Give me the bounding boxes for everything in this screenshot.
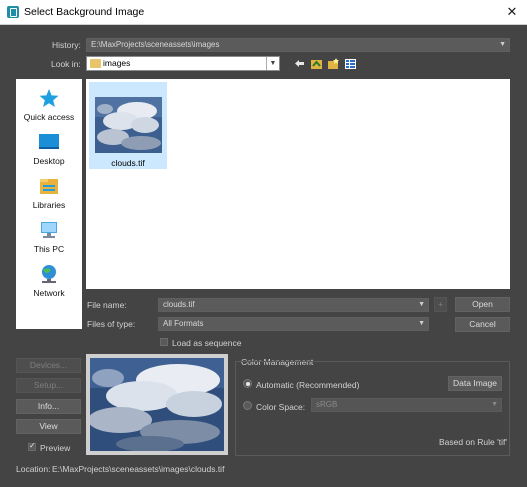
new-folder-icon[interactable] <box>327 57 340 70</box>
increment-filename-button[interactable]: + <box>434 297 447 312</box>
file-item[interactable]: clouds.tif <box>89 82 167 169</box>
up-folder-icon[interactable] <box>310 57 323 70</box>
color-space-radio[interactable] <box>243 401 252 410</box>
location-value: E:\MaxProjects\sceneassets\images\clouds… <box>52 464 225 474</box>
place-label: Libraries <box>32 200 66 210</box>
load-sequence-checkbox[interactable] <box>160 338 168 346</box>
place-this-pc[interactable]: This PC <box>16 216 82 260</box>
place-desktop[interactable]: Desktop <box>16 128 82 172</box>
info-button[interactable]: Info... <box>16 399 81 414</box>
place-label: This PC <box>33 244 65 254</box>
window-title: Select Background Image <box>24 6 145 18</box>
color-space-label: Color Space: <box>256 402 306 412</box>
rule-text: Based on Rule 'tif' <box>439 437 507 447</box>
chevron-down-icon: ▼ <box>499 41 506 48</box>
lookin-value: images <box>103 58 131 68</box>
automatic-radio[interactable] <box>243 379 252 388</box>
folder-icon <box>90 59 101 68</box>
preview-checkbox[interactable] <box>28 441 36 451</box>
color-space-dropdown[interactable]: sRGB ▼ <box>311 398 502 412</box>
place-network[interactable]: Network <box>16 260 82 304</box>
cancel-button[interactable]: Cancel <box>455 317 510 332</box>
place-quick-access[interactable]: Quick access <box>16 84 82 128</box>
desktop-icon <box>39 134 59 149</box>
libraries-icon <box>40 179 58 194</box>
star-icon <box>39 89 59 107</box>
network-icon <box>42 265 56 283</box>
lookin-label: Look in: <box>51 59 81 69</box>
preview-label: Preview <box>40 443 71 453</box>
chevron-down-icon: ▼ <box>418 301 425 308</box>
open-button[interactable]: Open <box>455 297 510 312</box>
filetype-label: Files of type: <box>87 319 136 329</box>
file-list[interactable]: clouds.tif <box>86 79 510 289</box>
filename-field[interactable]: clouds.tif ▼ <box>158 298 429 312</box>
color-space-value: sRGB <box>316 400 338 409</box>
automatic-label: Automatic (Recommended) <box>256 380 360 390</box>
view-button[interactable]: View <box>16 419 81 434</box>
filetype-value: All Formats <box>163 319 204 328</box>
data-image-button[interactable]: Data Image <box>448 376 502 391</box>
chevron-down-icon: ▼ <box>491 401 498 408</box>
place-label: Quick access <box>23 112 75 122</box>
filename-label: File name: <box>87 300 127 310</box>
back-arrow-icon[interactable] <box>293 57 306 70</box>
file-name: clouds.tif <box>111 158 145 168</box>
view-menu-icon[interactable] <box>344 57 357 70</box>
close-button[interactable]: ✕ <box>497 0 527 25</box>
filetype-dropdown[interactable]: All Formats ▼ <box>158 317 429 331</box>
lookin-dropdown[interactable]: images ▼ <box>86 56 280 71</box>
computer-icon <box>41 222 57 238</box>
chevron-down-icon: ▼ <box>266 57 279 70</box>
devices-button[interactable]: Devices... <box>16 358 81 373</box>
app-icon <box>7 6 19 18</box>
place-libraries[interactable]: Libraries <box>16 172 82 216</box>
load-sequence-label: Load as sequence <box>172 338 242 348</box>
clouds-preview-image <box>88 358 224 452</box>
history-dropdown[interactable]: E:\MaxProjects\sceneassets\images ▼ <box>86 38 510 52</box>
preview-panel <box>86 354 228 455</box>
places-bar: Quick access Desktop Libraries This PC N… <box>16 79 82 329</box>
setup-button[interactable]: Setup... <box>16 378 81 393</box>
chevron-down-icon: ▼ <box>418 320 425 327</box>
clouds-thumbnail-image <box>95 97 162 153</box>
location-label: Location: <box>16 464 51 474</box>
place-label: Network <box>33 288 65 298</box>
history-value: E:\MaxProjects\sceneassets\images <box>91 40 220 49</box>
history-label: History: <box>52 40 81 50</box>
filename-value: clouds.tif <box>163 300 195 309</box>
title-bar: Select Background Image ✕ <box>0 0 527 25</box>
place-label: Desktop <box>33 156 65 166</box>
